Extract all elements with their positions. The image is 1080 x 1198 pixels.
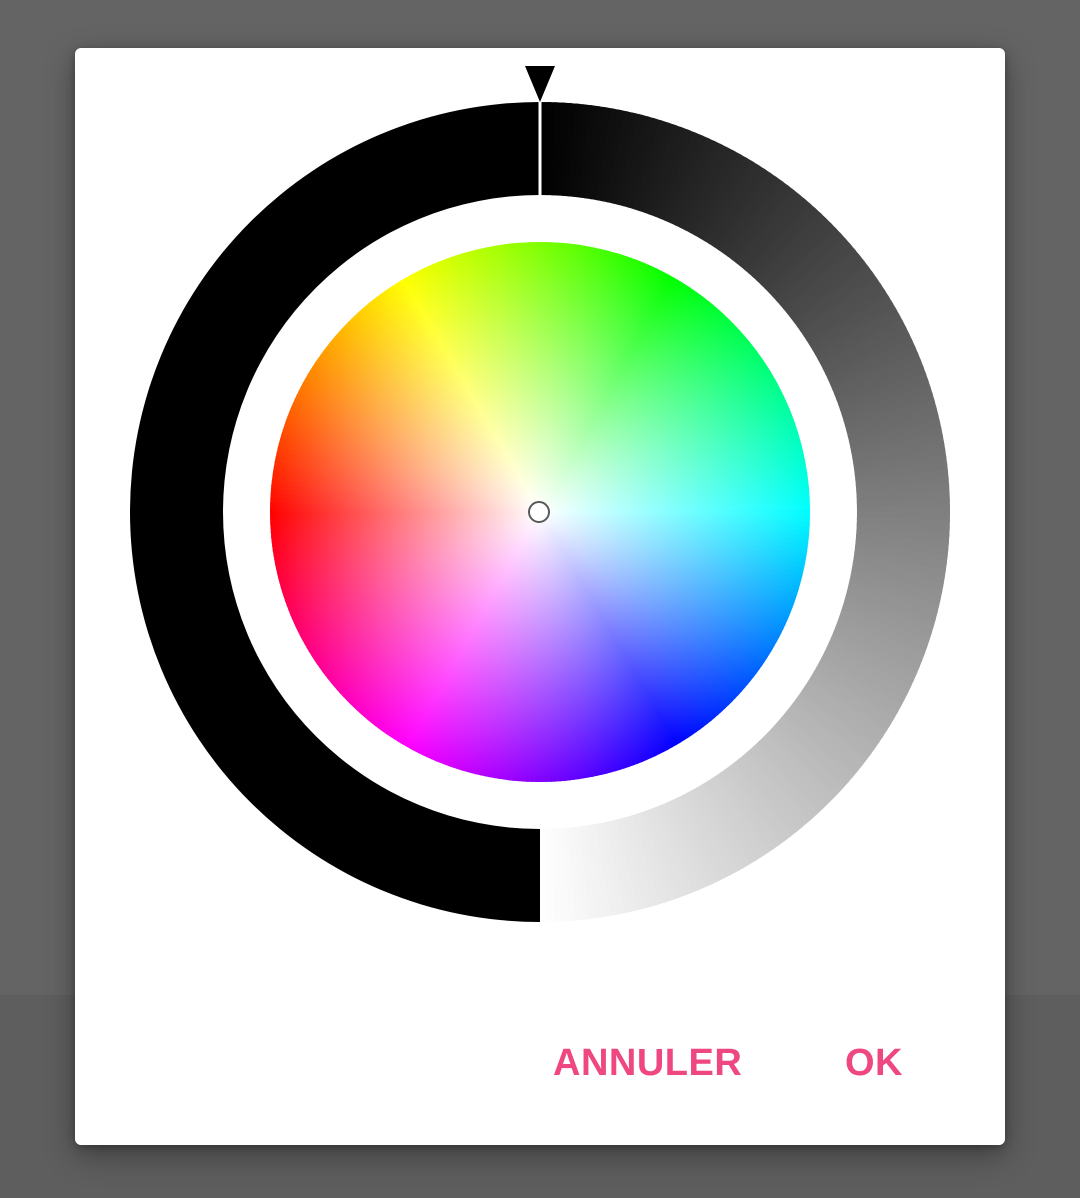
- triangle-down-icon[interactable]: [525, 66, 555, 102]
- color-picker: [75, 48, 1005, 948]
- ok-button[interactable]: OK: [829, 1023, 919, 1103]
- dialog-actions: ANNULER OK: [75, 1023, 1005, 1103]
- cancel-button[interactable]: ANNULER: [537, 1023, 758, 1103]
- color-selector-handle[interactable]: [528, 501, 550, 523]
- color-picker-dialog: ANNULER OK: [75, 48, 1005, 1145]
